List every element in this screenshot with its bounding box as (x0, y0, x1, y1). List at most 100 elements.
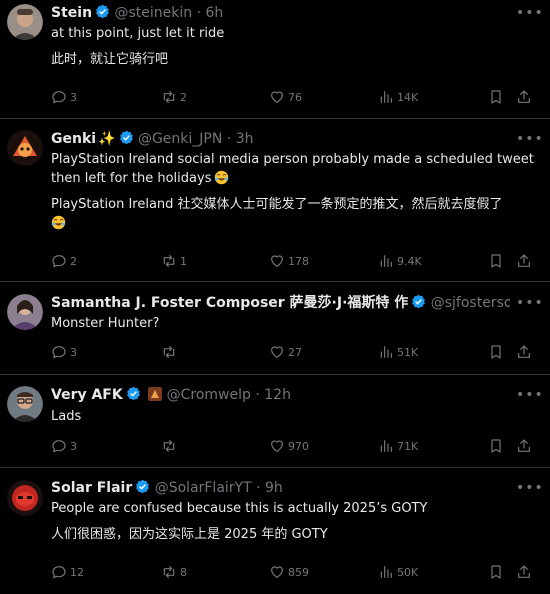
tweet-line: 此时，就让它骑行吧 (51, 52, 169, 67)
views-count: 9.4K (397, 255, 422, 268)
avatar[interactable] (7, 386, 43, 422)
tweet-text: at this point, just let it ride 此时，就让它骑行… (51, 24, 534, 69)
like-button[interactable]: 178 (269, 252, 309, 272)
bookmark-button[interactable] (488, 563, 504, 583)
tweet[interactable]: Solar Flair @SolarFlairYT · 9h ••• Peopl… (0, 468, 550, 594)
reply-button[interactable]: 3 (51, 343, 77, 363)
more-options-icon[interactable]: ••• (516, 481, 543, 499)
heart-icon (271, 440, 283, 452)
author-name[interactable]: Very AFK (51, 387, 123, 403)
author-name[interactable]: Genki (51, 131, 96, 147)
repost-button[interactable] (161, 437, 180, 457)
like-count: 859 (288, 566, 309, 579)
tweet-actions: 3 27 51K (51, 343, 536, 363)
separator-dot: · (226, 131, 232, 147)
bookmark-icon (491, 565, 501, 579)
author-handle[interactable]: @steinekin (115, 5, 193, 21)
tweet-line: Monster Hunter? (51, 316, 160, 331)
tweet-actions: 12 8 859 50K (51, 563, 536, 583)
repost-button[interactable]: 8 (161, 563, 187, 583)
repost-icon (163, 91, 175, 103)
repost-button[interactable] (161, 343, 180, 363)
views-button[interactable]: 51K (378, 343, 418, 363)
tweet[interactable]: Samantha J. Foster Composer 萨曼莎·J·福斯特 作 … (0, 282, 550, 375)
tweet-line-emoji (51, 214, 534, 233)
share-button[interactable] (516, 437, 532, 457)
avatar[interactable] (7, 480, 43, 516)
tweet-text: PlayStation Ireland social media person … (51, 150, 534, 233)
timestamp[interactable]: 9h (265, 480, 283, 496)
author-handle[interactable]: @sjfostersour (431, 295, 510, 311)
laughing-emoji-icon (51, 215, 66, 230)
author-name[interactable]: Stein (51, 5, 92, 21)
tweet[interactable]: Very AFK @Cromwelp · 12h ••• Lads 3 970 … (0, 375, 550, 468)
tweet-text: Lads (51, 407, 534, 426)
views-button[interactable]: 71K (378, 437, 418, 457)
like-button[interactable]: 76 (269, 88, 302, 108)
separator-dot: · (196, 5, 202, 21)
author-name[interactable]: Solar Flair (51, 480, 132, 496)
tweet-actions: 2 1 178 9.4K (51, 252, 536, 272)
repost-icon (163, 440, 175, 452)
reply-button[interactable]: 12 (51, 563, 84, 583)
tweet-text: People are confused because this is actu… (51, 499, 534, 544)
heart-icon (271, 346, 283, 358)
tweet-line: Lads (51, 409, 82, 424)
like-button[interactable]: 970 (269, 437, 309, 457)
repost-button[interactable]: 2 (161, 88, 187, 108)
reply-button[interactable]: 3 (51, 437, 77, 457)
more-options-icon[interactable]: ••• (516, 6, 543, 24)
views-count: 14K (397, 91, 419, 104)
more-options-icon[interactable]: ••• (516, 296, 543, 314)
repost-button[interactable]: 1 (161, 252, 187, 272)
reply-count: 3 (70, 346, 77, 359)
reply-button[interactable]: 3 (51, 88, 77, 108)
more-options-icon[interactable]: ••• (516, 388, 543, 406)
timestamp[interactable]: 12h (264, 387, 291, 403)
timestamp[interactable]: 6h (206, 5, 224, 21)
views-button[interactable]: 50K (378, 563, 418, 583)
bookmark-button[interactable] (488, 88, 504, 108)
more-options-icon[interactable]: ••• (516, 132, 543, 150)
reply-button[interactable]: 2 (51, 252, 77, 272)
views-bar-chart-icon (380, 346, 392, 358)
like-button[interactable]: 859 (269, 563, 309, 583)
bookmark-button[interactable] (488, 252, 504, 272)
affiliate-badge-icon (148, 387, 163, 401)
verified-badge-icon (136, 479, 150, 494)
timestamp[interactable]: 3h (236, 131, 254, 147)
share-button[interactable] (516, 88, 532, 108)
author-handle[interactable]: @Genki_JPN (138, 131, 222, 147)
bookmark-icon (491, 439, 501, 453)
reply-count: 2 (70, 255, 77, 268)
tweet-line: then left for the holidays (51, 171, 212, 186)
author-handle[interactable]: @SolarFlairYT (155, 480, 252, 496)
share-icon (518, 254, 530, 267)
bookmark-button[interactable] (488, 343, 504, 363)
share-icon (518, 565, 530, 578)
avatar[interactable] (7, 294, 43, 330)
like-count: 27 (288, 346, 302, 359)
share-button[interactable] (516, 343, 532, 363)
tweet-line-wrap: then left for the holidays (51, 169, 534, 188)
like-button[interactable]: 27 (269, 343, 302, 363)
tweet-text: Monster Hunter? (51, 314, 534, 333)
tweet[interactable]: Stein @steinekin · 6h ••• at this point,… (0, 0, 550, 119)
views-button[interactable]: 14K (378, 88, 418, 108)
laughing-emoji-icon (214, 170, 229, 185)
share-button[interactable] (516, 252, 532, 272)
tweet[interactable]: Genki ✨ @Genki_JPN · 3h ••• PlayStation I… (0, 119, 550, 282)
like-count: 970 (288, 440, 309, 453)
share-icon (518, 439, 530, 452)
tweet-actions: 3 970 71K (51, 437, 536, 457)
author-handle[interactable]: @Cromwelp (167, 387, 251, 403)
author-name[interactable]: Samantha J. Foster Composer 萨曼莎·J·福斯特 作 (51, 295, 408, 311)
avatar[interactable] (7, 130, 43, 166)
avatar[interactable] (7, 4, 43, 40)
tweet-line: at this point, just let it ride (51, 26, 225, 41)
tweet-header: Very AFK @Cromwelp · 12h (51, 385, 510, 405)
share-button[interactable] (516, 563, 532, 583)
bookmark-button[interactable] (488, 437, 504, 457)
views-bar-chart-icon (380, 440, 392, 452)
views-button[interactable]: 9.4K (378, 252, 422, 272)
